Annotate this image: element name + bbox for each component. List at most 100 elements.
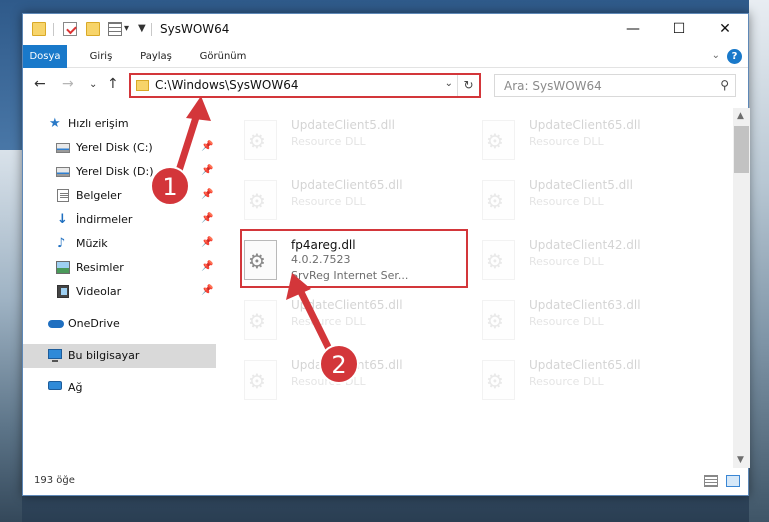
sidebar-item-label: Bu bilgisayar [68,349,140,362]
download-icon: ↓ [57,212,68,227]
maximize-button[interactable]: ☐ [656,14,702,44]
forward-arrow-icon[interactable]: → [62,76,74,92]
file-type: Resource DLL [529,255,604,268]
file-item[interactable]: UpdateClient42.dll Resource DLL [479,236,704,288]
tab-view[interactable]: Görünüm [193,45,253,68]
file-name: UpdateClient65.dll [529,358,641,372]
divider [151,23,152,36]
file-name: UpdateClient5.dll [291,118,395,132]
sidebar-item-pictures[interactable]: Resimler 📌 [23,256,216,280]
close-button[interactable]: ✕ [702,14,748,44]
scrollbar-thumb[interactable] [734,126,749,173]
sidebar-item-label: Resimler [76,261,124,274]
window-title: SysWOW64 [160,22,230,36]
sidebar-item-videos[interactable]: Videolar 📌 [23,280,216,304]
file-item[interactable]: UpdateClient65.dll Resource DLL [241,356,466,408]
pin-icon[interactable]: 📌 [201,165,213,176]
properties-icon[interactable] [63,22,77,36]
file-item[interactable]: UpdateClient5.dll Resource DLL [241,116,466,168]
quick-access-dropdown-icon[interactable]: ▾ [124,23,129,34]
navigation-bar: ← → ⌄ ↑ C:\Windows\SysWOW64 ⌄ ↻ Ara: Sys… [23,72,748,100]
sidebar-item-this-pc[interactable]: Bu bilgisayar [23,344,216,368]
recent-locations-icon[interactable]: ⌄ [89,79,97,90]
file-name: UpdateClient5.dll [529,178,633,192]
file-type: Resource DLL [291,375,366,388]
scroll-up-icon[interactable]: ▲ [737,111,744,121]
help-icon[interactable]: ? [727,49,742,64]
dll-file-icon [482,360,515,400]
dll-file-icon [244,300,277,340]
large-icons-view-icon[interactable] [726,475,740,487]
file-type: Resource DLL [529,315,604,328]
file-item[interactable]: UpdateClient65.dll Resource DLL [241,296,466,348]
up-arrow-icon[interactable]: ↑ [107,76,119,92]
file-list: UpdateClient5.dll Resource DLL UpdateCli… [216,108,733,468]
address-path[interactable]: C:\Windows\SysWOW64 [155,78,299,92]
sidebar-item-local-disk-d[interactable]: Yerel Disk (D:) 📌 [23,160,216,184]
pin-icon[interactable]: 📌 [201,285,213,296]
file-type: Resource DLL [291,315,366,328]
file-highlight-box [240,229,468,288]
file-name: UpdateClient42.dll [529,238,641,252]
expand-ribbon-icon[interactable]: ⌄ [712,50,720,61]
sidebar-item-network[interactable]: Ağ [23,376,216,400]
file-item[interactable]: UpdateClient65.dll Resource DLL [241,176,466,228]
sidebar-item-local-disk-c[interactable]: Yerel Disk (C:) 📌 [23,136,216,160]
file-item[interactable]: UpdateClient63.dll Resource DLL [479,296,704,348]
minimize-button[interactable]: — [610,14,656,44]
details-view-icon[interactable] [704,475,718,487]
drive-icon [56,143,70,153]
address-bar[interactable]: C:\Windows\SysWOW64 ⌄ ↻ [129,73,481,98]
star-icon: ★ [49,116,61,131]
sidebar-item-documents[interactable]: Belgeler 📌 [23,184,216,208]
tab-file[interactable]: Dosya [23,45,67,68]
pin-icon[interactable]: 📌 [201,189,213,200]
file-item[interactable]: UpdateClient65.dll Resource DLL [479,356,704,408]
sidebar-item-label: OneDrive [68,317,120,330]
file-item[interactable]: UpdateClient5.dll Resource DLL [479,176,704,228]
file-type: Resource DLL [291,135,366,148]
dll-file-icon [244,180,277,220]
dll-file-icon [244,120,277,160]
file-type: Resource DLL [529,195,604,208]
address-dropdown-icon[interactable]: ⌄ [445,78,453,89]
new-folder-icon[interactable] [86,22,100,36]
search-input[interactable]: Ara: SysWOW64 ⚲ [494,74,736,97]
scroll-down-icon[interactable]: ▼ [737,455,744,465]
title-bar: ▾ ▼ SysWOW64 — ☐ ✕ [23,14,748,45]
pin-icon[interactable]: 📌 [201,237,213,248]
pictures-icon [56,261,70,274]
file-name: UpdateClient65.dll [291,298,403,312]
tab-share[interactable]: Paylaş [133,45,179,68]
ribbon-tabs: Dosya Giriş Paylaş Görünüm ⌄ ? [23,45,748,68]
customize-toolbar-icon[interactable]: ▼ [138,23,146,34]
search-icon[interactable]: ⚲ [720,78,729,92]
music-icon: ♪ [57,236,66,251]
sidebar-item-onedrive[interactable]: OneDrive [23,312,216,336]
dll-file-icon [482,300,515,340]
file-name: UpdateClient65.dll [529,118,641,132]
vertical-scrollbar[interactable]: ▲ ▼ [733,108,750,468]
sidebar-item-music[interactable]: ♪ Müzik 📌 [23,232,216,256]
search-placeholder: Ara: SysWOW64 [504,79,602,93]
item-count: 193 öğe [34,475,75,486]
network-icon [48,381,62,390]
cloud-icon [48,320,64,328]
view-icon[interactable] [108,22,122,36]
sidebar-item-quick-access[interactable]: ★ Hızlı erişim [23,112,216,136]
file-item[interactable]: UpdateClient65.dll Resource DLL [479,116,704,168]
pin-icon[interactable]: 📌 [201,261,213,272]
back-arrow-icon[interactable]: ← [34,76,46,92]
pin-icon[interactable]: 📌 [201,213,213,224]
refresh-icon[interactable]: ↻ [457,75,479,96]
file-name: UpdateClient65.dll [291,358,403,372]
sidebar-item-label: Yerel Disk (C:) [76,141,153,154]
desktop-background-left [0,150,22,522]
tab-home[interactable]: Giriş [81,45,121,68]
folder-icon [32,22,46,36]
sidebar-item-label: Hızlı erişim [68,117,129,130]
sidebar-item-downloads[interactable]: ↓ İndirmeler 📌 [23,208,216,232]
documents-icon [57,189,69,202]
sidebar-item-label: Belgeler [76,189,122,202]
pin-icon[interactable]: 📌 [201,141,213,152]
